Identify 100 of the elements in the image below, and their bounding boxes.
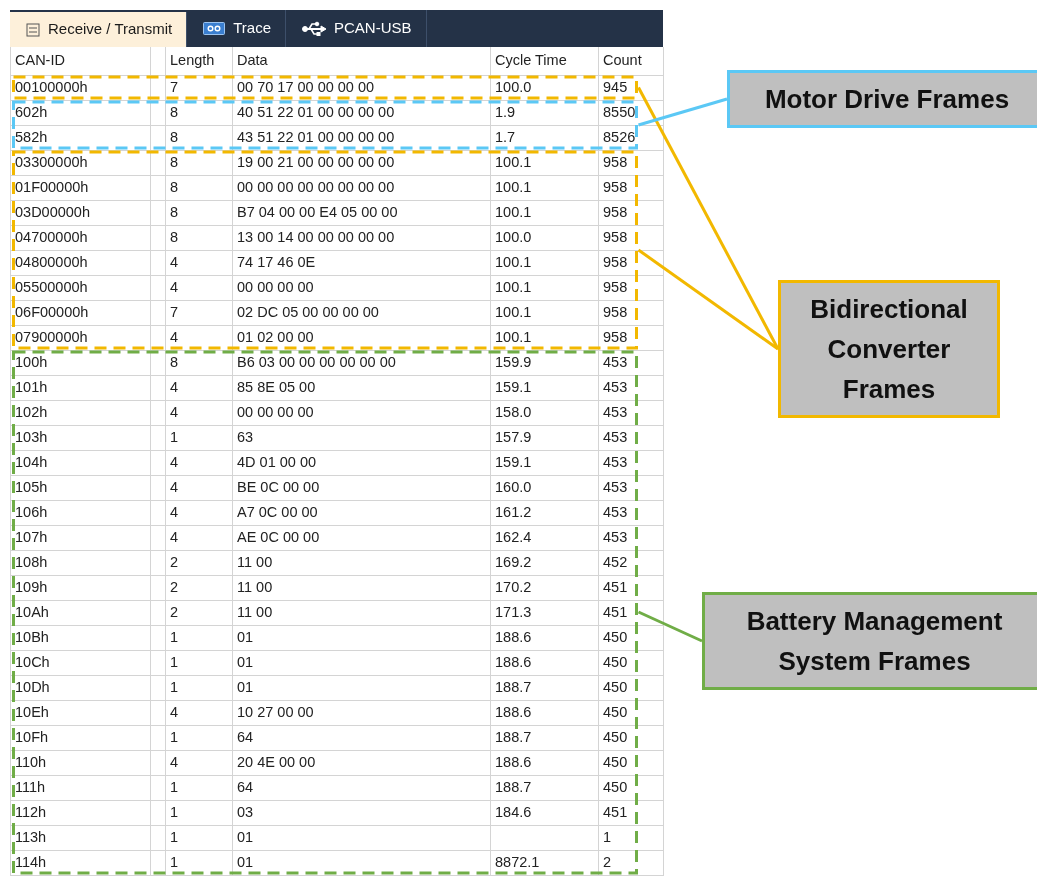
table-cell: 453 (598, 425, 664, 450)
table-cell: 1 (165, 625, 233, 650)
table-cell: A7 0C 00 00 (232, 500, 491, 525)
table-cell: 2 (165, 550, 233, 575)
table-cell: 2 (165, 600, 233, 625)
table-cell: 01 (232, 675, 491, 700)
table-cell: 00 00 00 00 (232, 400, 491, 425)
table-cell: 450 (598, 700, 664, 725)
table-cell: 10Bh (10, 625, 151, 650)
table-cell: 169.2 (490, 550, 599, 575)
table-cell: 159.9 (490, 350, 599, 375)
table-cell: 100.1 (490, 325, 599, 350)
table-cell: 100.0 (490, 75, 599, 100)
tab[interactable]: Trace (187, 10, 286, 47)
table-cell: 106h (10, 500, 151, 525)
table-cell: 958 (598, 275, 664, 300)
column-header[interactable]: Data (232, 47, 491, 75)
table-cell: 958 (598, 325, 664, 350)
table-cell: 03300000h (10, 150, 151, 175)
callout-label: Bidirectional Converter Frames (778, 280, 1000, 418)
table-cell: 958 (598, 225, 664, 250)
table-cell: 1 (165, 800, 233, 825)
tab[interactable]: Receive / Transmit (10, 12, 188, 47)
table-cell: 112h (10, 800, 151, 825)
table-cell: 04800000h (10, 250, 151, 275)
cassette-icon (203, 22, 226, 35)
table-cell: 188.7 (490, 775, 599, 800)
table-cell: 4 (165, 250, 233, 275)
table-cell: 188.6 (490, 700, 599, 725)
table-cell: 450 (598, 775, 664, 800)
column-header[interactable]: Count (598, 47, 664, 75)
table-cell: 450 (598, 675, 664, 700)
table-cell: 184.6 (490, 800, 599, 825)
table-cell: 4 (165, 375, 233, 400)
table-cell: 160.0 (490, 475, 599, 500)
table-cell: 958 (598, 200, 664, 225)
usb-icon (302, 20, 326, 37)
table-cell: 100.1 (490, 275, 599, 300)
table-cell: 1 (165, 825, 233, 850)
table-cell: 11 00 (232, 600, 491, 625)
table-cell: 4 (165, 325, 233, 350)
table-cell: 00 00 00 00 (232, 275, 491, 300)
table-cell: 100.1 (490, 300, 599, 325)
table-cell: 114h (10, 850, 151, 875)
table-cell: 453 (598, 475, 664, 500)
table-cell: 8 (165, 175, 233, 200)
table-cell: 13 00 14 00 00 00 00 00 (232, 225, 491, 250)
table-cell: 450 (598, 650, 664, 675)
table-cell: 2 (598, 850, 664, 875)
table-cell: 74 17 46 0E (232, 250, 491, 275)
table-cell: 01 02 00 00 (232, 325, 491, 350)
table-cell: 958 (598, 300, 664, 325)
table-cell: 452 (598, 550, 664, 575)
table-cell: 10 27 00 00 (232, 700, 491, 725)
table-cell: 1 (165, 725, 233, 750)
table-cell: 7 (165, 300, 233, 325)
table-cell: 10Ch (10, 650, 151, 675)
leader-line (637, 610, 703, 643)
table-cell: 453 (598, 350, 664, 375)
table-cell: 1 (165, 775, 233, 800)
table-cell: 108h (10, 550, 151, 575)
table-cell: 945 (598, 75, 664, 100)
table-cell: 958 (598, 150, 664, 175)
table-cell: 188.6 (490, 750, 599, 775)
table-cell: 450 (598, 625, 664, 650)
table-cell: 1 (165, 425, 233, 450)
table-cell: 4 (165, 450, 233, 475)
table-cell: 100.1 (490, 175, 599, 200)
table-cell: 107h (10, 525, 151, 550)
table-cell: 4 (165, 275, 233, 300)
table-cell: 4 (165, 525, 233, 550)
tab[interactable]: PCAN-USB (286, 10, 427, 47)
table-cell: 8 (165, 225, 233, 250)
table-cell: 10Dh (10, 675, 151, 700)
table-cell: 03 (232, 800, 491, 825)
table-cell: 06F00000h (10, 300, 151, 325)
table-cell: 01F00000h (10, 175, 151, 200)
column-header[interactable]: CAN-ID (10, 47, 151, 75)
table-cell: 451 (598, 600, 664, 625)
table-cell: 100h (10, 350, 151, 375)
table-cell: 8550 (598, 100, 664, 125)
table-cell: 02 DC 05 00 00 00 00 (232, 300, 491, 325)
table-cell: 20 4E 00 00 (232, 750, 491, 775)
column-header[interactable]: Cycle Time (490, 47, 599, 75)
table-cell: 05500000h (10, 275, 151, 300)
list-icon (26, 22, 40, 37)
table-cell: 159.1 (490, 375, 599, 400)
table-cell: 188.7 (490, 725, 599, 750)
table-cell: 43 51 22 01 00 00 00 00 (232, 125, 491, 150)
table-cell: B7 04 00 00 E4 05 00 00 (232, 200, 491, 225)
table-cell: 157.9 (490, 425, 599, 450)
column-header[interactable]: Length (165, 47, 233, 75)
table-cell: 00100000h (10, 75, 151, 100)
table-cell: 450 (598, 725, 664, 750)
table-cell: 171.3 (490, 600, 599, 625)
table-cell: 8872.1 (490, 850, 599, 875)
table-cell: 01 (232, 825, 491, 850)
table-cell: 958 (598, 250, 664, 275)
table-cell: 00 00 00 00 00 00 00 00 (232, 175, 491, 200)
table-cell: 03D00000h (10, 200, 151, 225)
